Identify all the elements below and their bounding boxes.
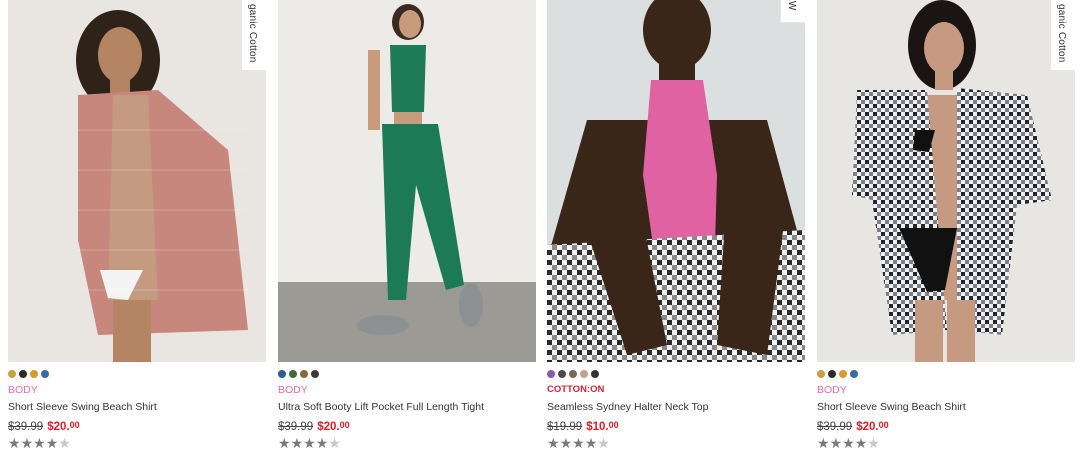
color-swatch[interactable]	[591, 370, 599, 378]
brand-label: BODY	[8, 384, 38, 396]
star-icon: ★	[45, 435, 59, 451]
sale-price-cents: 00	[878, 420, 889, 430]
star-rating: ★★★★★	[547, 436, 805, 451]
color-swatch[interactable]	[547, 370, 555, 378]
star-icon: ★	[547, 435, 560, 451]
sale-price: $20.00	[856, 420, 889, 433]
product-card[interactable]: ganic Cotton BODY Short Sleeve Swing Bea…	[817, 0, 1075, 451]
star-empty-icon: ★	[597, 435, 610, 451]
product-image[interactable]: EW	[547, 0, 805, 362]
star-rating: ★★★★★	[8, 436, 266, 451]
brand-label: COTTON:ON	[547, 384, 605, 395]
product-name[interactable]: Ultra Soft Booty Lift Pocket Full Length…	[278, 400, 536, 414]
sale-price-dollars: $20.	[317, 421, 340, 433]
color-swatch[interactable]	[580, 370, 588, 378]
star-icon: ★	[829, 435, 843, 451]
color-swatch[interactable]	[278, 370, 286, 378]
sale-price-cents: 00	[339, 420, 350, 430]
original-price: $39.99	[817, 421, 853, 433]
product-image[interactable]: ganic Cotton	[817, 0, 1075, 362]
star-icon: ★	[278, 435, 291, 451]
color-swatch[interactable]	[19, 370, 27, 378]
price-row: $39.99 $20.00	[817, 417, 1075, 433]
star-icon: ★	[33, 435, 46, 451]
product-tag-label: ganic Cotton	[1056, 4, 1067, 63]
color-swatch[interactable]	[839, 370, 847, 378]
sale-price-dollars: $10.	[586, 421, 609, 433]
star-icon: ★	[559, 435, 573, 451]
sale-price-cents: 00	[608, 420, 619, 430]
color-swatch[interactable]	[300, 370, 308, 378]
original-price: $39.99	[278, 421, 314, 433]
star-icon: ★	[842, 435, 855, 451]
star-empty-icon: ★	[58, 435, 71, 451]
color-swatches	[817, 370, 1075, 378]
product-card[interactable]: EW COTTON:ON Seamless Sydney Halter Neck…	[547, 0, 805, 451]
color-swatch[interactable]	[8, 370, 16, 378]
product-tag: ganic Cotton	[1050, 0, 1075, 71]
color-swatch[interactable]	[569, 370, 577, 378]
color-swatch[interactable]	[41, 370, 49, 378]
price-row: $19.99 $10.00	[547, 417, 805, 433]
sale-price: $20.00	[47, 420, 80, 433]
product-tag-label: EW	[786, 0, 797, 11]
star-empty-icon: ★	[328, 435, 341, 451]
star-icon: ★	[8, 435, 21, 451]
sale-price-dollars: $20.	[47, 421, 70, 433]
color-swatch[interactable]	[850, 370, 858, 378]
star-rating: ★★★★★	[278, 436, 536, 451]
color-swatches	[8, 370, 266, 378]
product-card[interactable]: BODY Ultra Soft Booty Lift Pocket Full L…	[278, 0, 536, 451]
price-row: $39.99 $20.00	[8, 417, 266, 433]
product-name[interactable]: Seamless Sydney Halter Neck Top	[547, 400, 805, 414]
product-image[interactable]: ganic Cotton	[8, 0, 266, 362]
product-card[interactable]: ganic Cotton BODY Short Sleeve Swing Bea…	[8, 0, 266, 451]
sale-price-dollars: $20.	[856, 421, 879, 433]
star-icon: ★	[572, 435, 585, 451]
color-swatches	[278, 370, 536, 378]
brand-label: BODY	[278, 384, 308, 396]
brand-label: BODY	[817, 384, 847, 396]
product-name[interactable]: Short Sleeve Swing Beach Shirt	[817, 400, 1075, 414]
color-swatch[interactable]	[817, 370, 825, 378]
star-empty-icon: ★	[867, 435, 880, 451]
product-image[interactable]	[278, 0, 536, 362]
star-rating: ★★★★★	[817, 436, 1075, 451]
product-tag: EW	[780, 0, 805, 23]
product-name[interactable]: Short Sleeve Swing Beach Shirt	[8, 400, 266, 414]
star-icon: ★	[315, 435, 329, 451]
color-swatch[interactable]	[30, 370, 38, 378]
star-icon: ★	[854, 435, 868, 451]
star-icon: ★	[290, 435, 304, 451]
original-price: $39.99	[8, 421, 44, 433]
original-price: $19.99	[547, 421, 583, 433]
sale-price: $20.00	[317, 420, 350, 433]
color-swatch[interactable]	[289, 370, 297, 378]
sale-price: $10.00	[586, 420, 619, 433]
color-swatches	[547, 370, 805, 378]
product-grid: ganic Cotton BODY Short Sleeve Swing Bea…	[0, 0, 1080, 463]
product-tag-label: ganic Cotton	[247, 4, 258, 63]
price-row: $39.99 $20.00	[278, 417, 536, 433]
sale-price-cents: 00	[69, 420, 80, 430]
star-icon: ★	[303, 435, 316, 451]
color-swatch[interactable]	[828, 370, 836, 378]
color-swatch[interactable]	[558, 370, 566, 378]
star-icon: ★	[584, 435, 598, 451]
star-icon: ★	[817, 435, 830, 451]
color-swatch[interactable]	[311, 370, 319, 378]
star-icon: ★	[20, 435, 34, 451]
product-tag: ganic Cotton	[241, 0, 266, 71]
